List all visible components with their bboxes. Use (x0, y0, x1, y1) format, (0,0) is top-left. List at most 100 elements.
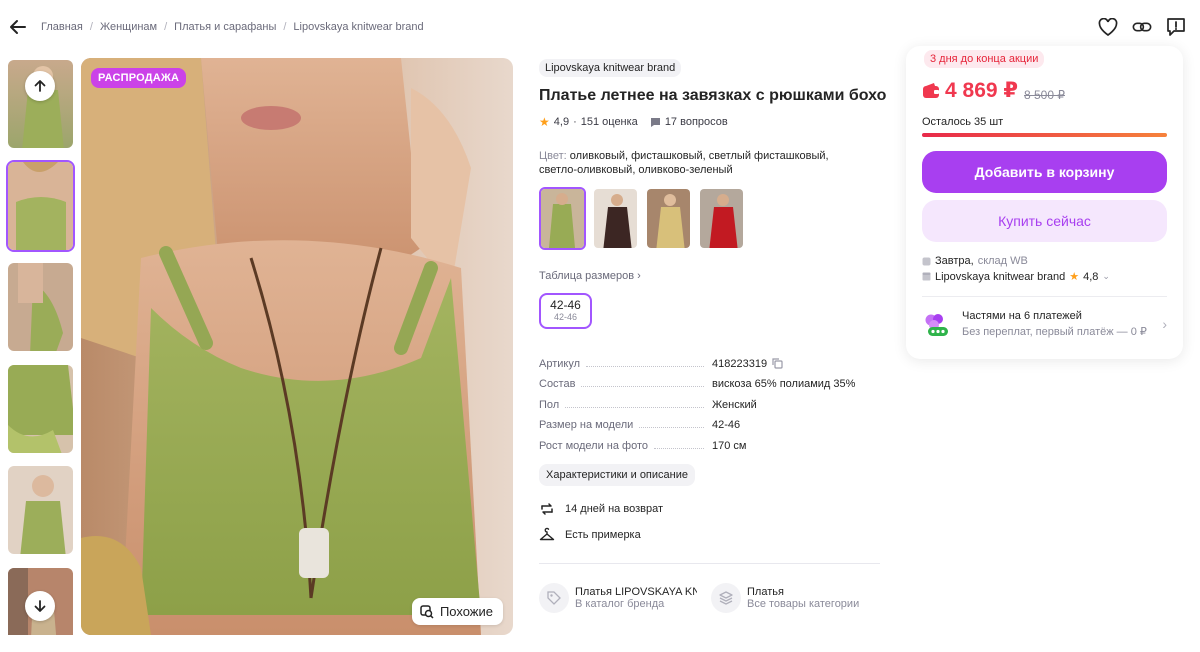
star-icon: ★ (539, 115, 550, 129)
swatch-yellow[interactable] (645, 187, 692, 250)
hanger-icon (539, 527, 555, 541)
current-price: 4 869 ₽ (945, 79, 1018, 102)
thumbnail-strip (6, 58, 75, 635)
chevron-down-icon: ⌄ (1102, 271, 1110, 281)
installments-sub: Без переплат, первый платёж — 0 ₽ (962, 326, 1147, 338)
wallet-icon (923, 82, 939, 98)
buy-card: 3 дня до конца акции 4 869 ₽ 8 500 ₽ Ост… (906, 46, 1183, 359)
spec-value: Женский (712, 398, 757, 411)
thumbnails-down-button[interactable] (25, 591, 55, 621)
question-icon (650, 117, 660, 127)
stock-left: Осталось 35 шт (922, 116, 1004, 128)
seller-name: Lipovskaya knitwear brand (935, 270, 1066, 283)
seller-rating: 4,8 (1083, 270, 1099, 283)
thumbnail-3[interactable] (6, 261, 75, 353)
swatch-red[interactable] (698, 187, 745, 250)
brand-catalog-sub: В каталог бренда (575, 598, 665, 610)
brand-catalog-link[interactable]: Платья LIPOVSKAYA KNITWEAR BRAND В катал… (539, 583, 699, 613)
category-link[interactable]: Платья Все товары категории (711, 583, 871, 613)
product-photo (81, 58, 513, 635)
return-feature: 14 дней на возврат (539, 501, 663, 517)
category-sub: Все товары категории (747, 598, 860, 610)
installments-icon (925, 314, 948, 336)
link-icon[interactable] (1132, 16, 1152, 38)
spec-value: 42-46 (712, 419, 741, 431)
breadcrumb: Главная / Женщинам / Платья и сарафаны / Li… (41, 21, 424, 33)
spec-key: Рост модели на фото (539, 439, 649, 452)
questions-link[interactable]: 17 вопросов (650, 116, 728, 128)
breadcrumb-dresses[interactable]: Платья и сарафаны (174, 21, 276, 33)
product-info: Lipovskaya knitwear brand Платье летнее … (539, 58, 887, 486)
rating-row: ★ 4,9 · 151 оценка 17 вопросов (539, 115, 728, 129)
size-table-link[interactable]: Таблица размеров › (539, 270, 884, 282)
color-value: оливковый, фисташковый, светлый фисташко… (539, 150, 829, 176)
reviews-count[interactable]: 151 оценка (581, 116, 638, 128)
spec-row: Размер на модели 42-46 (539, 411, 884, 431)
shop-icon (922, 272, 931, 281)
arrow-down-icon (34, 600, 46, 612)
return-icon (541, 503, 553, 515)
add-to-cart-button[interactable]: Добавить в корзину (922, 151, 1167, 193)
breadcrumb-brand[interactable]: Lipovskaya knitwear brand (293, 21, 423, 33)
brand-chip[interactable]: Lipovskaya knitwear brand (539, 59, 682, 77)
installments-banner[interactable]: Частями на 6 платежей Без переплат, перв… (922, 310, 1167, 338)
spec-value: 170 см (712, 439, 747, 452)
heart-icon[interactable] (1098, 16, 1118, 38)
spec-row: Артикул 418223319 (539, 349, 884, 370)
similar-search-icon (420, 604, 434, 619)
rating-value[interactable]: 4,9 (554, 116, 569, 128)
copy-icon[interactable] (772, 358, 783, 369)
report-icon[interactable] (1166, 16, 1186, 38)
old-price: 8 500 ₽ (1024, 87, 1065, 102)
delivery-info: Завтра, склад WB (922, 255, 1028, 267)
divider (539, 563, 880, 564)
thumbnail-2[interactable] (6, 159, 75, 252)
breadcrumb-home[interactable]: Главная (41, 21, 83, 33)
swatch-olive[interactable] (539, 187, 586, 250)
category-links: Платья LIPOVSKAYA KNITWEAR BRAND В катал… (539, 583, 871, 613)
spec-key: Размер на модели (539, 419, 634, 431)
breadcrumb-women[interactable]: Женщинам (100, 21, 157, 33)
fitting-label: Есть примерка (565, 529, 641, 541)
spec-key: Пол (539, 398, 560, 411)
stock-bar (922, 133, 1167, 137)
brand-catalog-title: Платья LIPOVSKAYA KNITWEAR BRAND (575, 586, 697, 598)
thumbnails-up-button[interactable] (25, 71, 55, 101)
stack-icon (711, 583, 741, 613)
size-main: 42-46 (550, 298, 581, 312)
characteristics-button[interactable]: Характеристики и описание (539, 463, 695, 486)
questions-count: 17 вопросов (664, 116, 728, 128)
spec-list: Артикул 418223319 Состав вискоза 65% пол… (539, 349, 884, 452)
back-arrow-icon[interactable] (8, 16, 28, 38)
main-product-image[interactable]: РАСПРОДАЖА Похожие (81, 58, 513, 635)
color-description: Цвет: оливковый, фисташковый, светлый фи… (539, 149, 869, 177)
spec-row: Пол Женский (539, 390, 884, 411)
box-icon (922, 257, 931, 265)
spec-key: Артикул (539, 357, 581, 370)
price-row: 4 869 ₽ 8 500 ₽ (922, 78, 1065, 103)
product-title: Платье летнее на завязках с рюшками бохо (539, 87, 887, 104)
delivery-day: Завтра, (935, 255, 974, 267)
size-sub: 42-46 (553, 312, 578, 322)
color-label: Цвет: (539, 150, 567, 162)
thumbnail-4[interactable] (6, 363, 75, 455)
category-title: Платья (747, 586, 784, 598)
top-actions (1098, 16, 1186, 38)
color-swatches (539, 187, 884, 250)
sale-badge: РАСПРОДАЖА (91, 68, 187, 88)
similar-label: Похожие (439, 604, 493, 619)
spec-key: Состав (539, 378, 576, 390)
similar-button[interactable]: Похожие (411, 598, 503, 625)
size-table-label: Таблица размеров (539, 270, 635, 282)
chevron-right-icon: › (1162, 316, 1167, 332)
tag-icon (539, 583, 569, 613)
buy-now-button[interactable]: Купить сейчас (922, 200, 1167, 242)
promo-countdown: 3 дня до конца акции (924, 50, 1045, 68)
delivery-source: склад WB (977, 255, 1028, 267)
thumbnail-5[interactable] (6, 464, 75, 556)
installments-title: Частями на 6 платежей (962, 310, 1082, 322)
seller-link[interactable]: Lipovskaya knitwear brand ★ 4,8 ⌄ (922, 270, 1110, 283)
spec-row: Состав вискоза 65% полиамид 35% (539, 370, 884, 390)
size-option[interactable]: 42-46 42-46 (539, 293, 592, 329)
swatch-chocolate[interactable] (592, 187, 639, 250)
